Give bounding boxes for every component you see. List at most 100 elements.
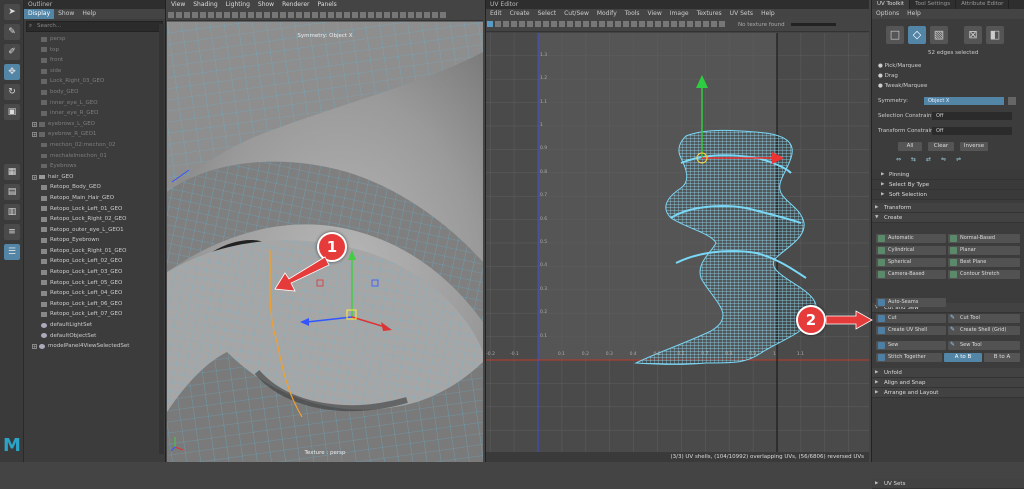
- symmetry-options-icon[interactable]: [1008, 97, 1016, 105]
- viewport-menu-renderer[interactable]: Renderer: [278, 0, 313, 10]
- outliner-item[interactable]: defaultLightSet: [32, 320, 165, 331]
- outliner-item[interactable]: Retopo_Lock_Left_05_GEO: [32, 278, 165, 289]
- section-pinning[interactable]: Pinning: [872, 170, 1024, 180]
- viewport-menu-lighting[interactable]: Lighting: [222, 0, 254, 10]
- uv-menu-modify[interactable]: Modify: [593, 9, 621, 19]
- normal-based-button[interactable]: Normal-Based: [948, 234, 1020, 243]
- expand-toggle-icon[interactable]: +: [32, 132, 37, 138]
- viewport-icon-bar[interactable]: [167, 10, 483, 21]
- viewport-menu-view[interactable]: View: [167, 0, 189, 10]
- sew-tool-button[interactable]: ✎ Sew Tool: [948, 341, 1020, 350]
- uv-menu-view[interactable]: View: [644, 9, 666, 19]
- camera-based-button[interactable]: Camera-Based: [876, 270, 946, 279]
- two-pane-layout-icon[interactable]: ▥: [4, 204, 20, 220]
- edge-mode-icon[interactable]: ◇: [908, 26, 926, 44]
- b-to-a-button[interactable]: B to A: [984, 353, 1020, 362]
- exposure-slider[interactable]: [791, 23, 836, 26]
- mode-pick-marquee[interactable]: ● Pick/Marquee: [878, 63, 921, 69]
- sew-button[interactable]: Sew: [876, 341, 946, 350]
- a-to-b-button[interactable]: A to B: [944, 353, 982, 362]
- expand-toggle-icon[interactable]: +: [32, 174, 37, 180]
- uv-menu-edit[interactable]: Edit: [486, 9, 506, 19]
- viewport-panel[interactable]: View Shading Lighting Show Renderer Pane…: [167, 0, 483, 462]
- outliner-item[interactable]: defaultObjectSet: [32, 331, 165, 342]
- symmetry-dropdown[interactable]: Object X: [924, 97, 1004, 105]
- section-soft-selection[interactable]: Soft Selection: [872, 190, 1024, 200]
- vertex-mode-icon[interactable]: □: [886, 26, 904, 44]
- outliner-item[interactable]: Retopo_Lock_Right_01_GEO: [32, 246, 165, 257]
- outliner-item[interactable]: body_GEO: [32, 87, 165, 98]
- move-tool-icon[interactable]: ✥: [4, 64, 20, 80]
- clear-selection-button[interactable]: Clear: [928, 142, 954, 151]
- outliner-menu-show[interactable]: Show: [54, 9, 78, 19]
- mode-tweak-marquee[interactable]: ● Tweak/Marquee: [878, 83, 927, 89]
- cut-button[interactable]: Cut: [876, 314, 946, 323]
- create-uv-shell-button[interactable]: Create UV Shell: [876, 326, 946, 335]
- uv-menu-select[interactable]: Select: [534, 9, 561, 19]
- outliner-item[interactable]: + hair_GEO: [32, 172, 165, 183]
- expand-toggle-icon[interactable]: +: [32, 344, 37, 350]
- planar-button[interactable]: Planar: [948, 246, 1020, 255]
- outliner-item[interactable]: mechalelmechon_01: [32, 151, 165, 162]
- outliner-item[interactable]: Retopo_Lock_Left_03_GEO: [32, 267, 165, 278]
- outliner-scrollbar[interactable]: [159, 24, 164, 454]
- stitch-together-button[interactable]: Stitch Together: [876, 353, 942, 362]
- outliner-item[interactable]: + eyebrows_L_GEO: [32, 119, 165, 130]
- rotate-tool-icon[interactable]: ↻: [4, 84, 20, 100]
- outliner-item[interactable]: Lock_Right_03_GEO: [32, 76, 165, 87]
- select-tool-icon[interactable]: ➤: [4, 4, 20, 20]
- automatic-button[interactable]: Automatic: [876, 234, 946, 243]
- select-all-button[interactable]: All: [898, 142, 922, 151]
- outliner-item[interactable]: Retopo_Body_GEO: [32, 182, 165, 193]
- outliner-item[interactable]: + eyebrow_R_GEO1: [32, 129, 165, 140]
- uv-menu-tools[interactable]: Tools: [621, 9, 644, 19]
- best-plane-button[interactable]: Best Plane: [948, 258, 1020, 267]
- paint-select-icon[interactable]: ✐: [4, 44, 20, 60]
- transform-constraint-dropdown[interactable]: Off: [932, 127, 1012, 135]
- lasso-tool-icon[interactable]: ✎: [4, 24, 20, 40]
- outliner-layout-icon[interactable]: ≡: [4, 224, 20, 240]
- four-pane-layout-icon[interactable]: ▤: [4, 184, 20, 200]
- face-mode-icon[interactable]: ▧: [930, 26, 948, 44]
- spherical-button[interactable]: Spherical: [876, 258, 946, 267]
- tab-uv-toolkit[interactable]: UV Toolkit: [872, 0, 911, 9]
- outliner-item[interactable]: Retopo_Lock_Left_02_GEO: [32, 256, 165, 267]
- outliner-item[interactable]: Retopo_Lock_Right_02_GEO: [32, 214, 165, 225]
- expand-toggle-icon[interactable]: +: [32, 121, 37, 127]
- uv-toolbar[interactable]: No texture found: [486, 19, 869, 32]
- outliner-item[interactable]: top: [32, 45, 165, 56]
- outliner-item[interactable]: mechon_02:mechon_02: [32, 140, 165, 151]
- outliner-item[interactable]: Retopo_Lock_Left_06_GEO: [32, 299, 165, 310]
- section-create[interactable]: Create: [872, 213, 1024, 223]
- uv-shell-mode-icon[interactable]: ◧: [986, 26, 1004, 44]
- outliner-item[interactable]: Retopo_outer_eye_L_GEO1: [32, 225, 165, 236]
- single-pane-layout-icon[interactable]: ▦: [4, 164, 20, 180]
- uv-menu-image[interactable]: Image: [666, 9, 693, 19]
- create-shell-grid-button[interactable]: ✎ Create Shell (Grid): [948, 326, 1020, 335]
- uv-menu-uv-sets[interactable]: UV Sets: [726, 9, 757, 19]
- uv-menu-create[interactable]: Create: [506, 9, 534, 19]
- mode-drag[interactable]: ● Drag: [878, 73, 898, 79]
- uv-menu-textures[interactable]: Textures: [693, 9, 726, 19]
- viewport-menu-shading[interactable]: Shading: [189, 0, 221, 10]
- cut-tool-button[interactable]: ✎ Cut Tool: [948, 314, 1020, 323]
- outliner-menu-display[interactable]: Display: [24, 9, 55, 19]
- outliner-item[interactable]: Retopo_Lock_Left_07_GEO: [32, 309, 165, 320]
- outliner-item[interactable]: Eyebrows: [32, 161, 165, 172]
- outliner-item[interactable]: Retopo_Eyebrown: [32, 235, 165, 246]
- uv-menu-cut-sew[interactable]: Cut/Sew: [560, 9, 593, 19]
- persp-outliner-layout-icon[interactable]: ☰: [4, 244, 20, 260]
- inverse-selection-button[interactable]: Inverse: [960, 142, 988, 151]
- outliner-item[interactable]: front: [32, 55, 165, 66]
- tab-attribute-editor[interactable]: Attribute Editor: [956, 0, 1010, 9]
- viewport-menu-panels[interactable]: Panels: [313, 0, 340, 10]
- section-unfold[interactable]: Unfold: [872, 368, 1024, 378]
- uv-mode-icon[interactable]: ⊠: [964, 26, 982, 44]
- section-select-by-type[interactable]: Select By Type: [872, 180, 1024, 190]
- outliner-item[interactable]: inner_eye_R_GEO: [32, 108, 165, 119]
- outliner-item[interactable]: + modelPanel4ViewSelectedSet: [32, 341, 165, 352]
- selection-constraint-dropdown[interactable]: Off: [932, 112, 1012, 120]
- uv-menu-help[interactable]: Help: [757, 9, 779, 19]
- outliner-search-input[interactable]: Search...: [26, 21, 163, 32]
- section-transform[interactable]: Transform: [872, 203, 1024, 213]
